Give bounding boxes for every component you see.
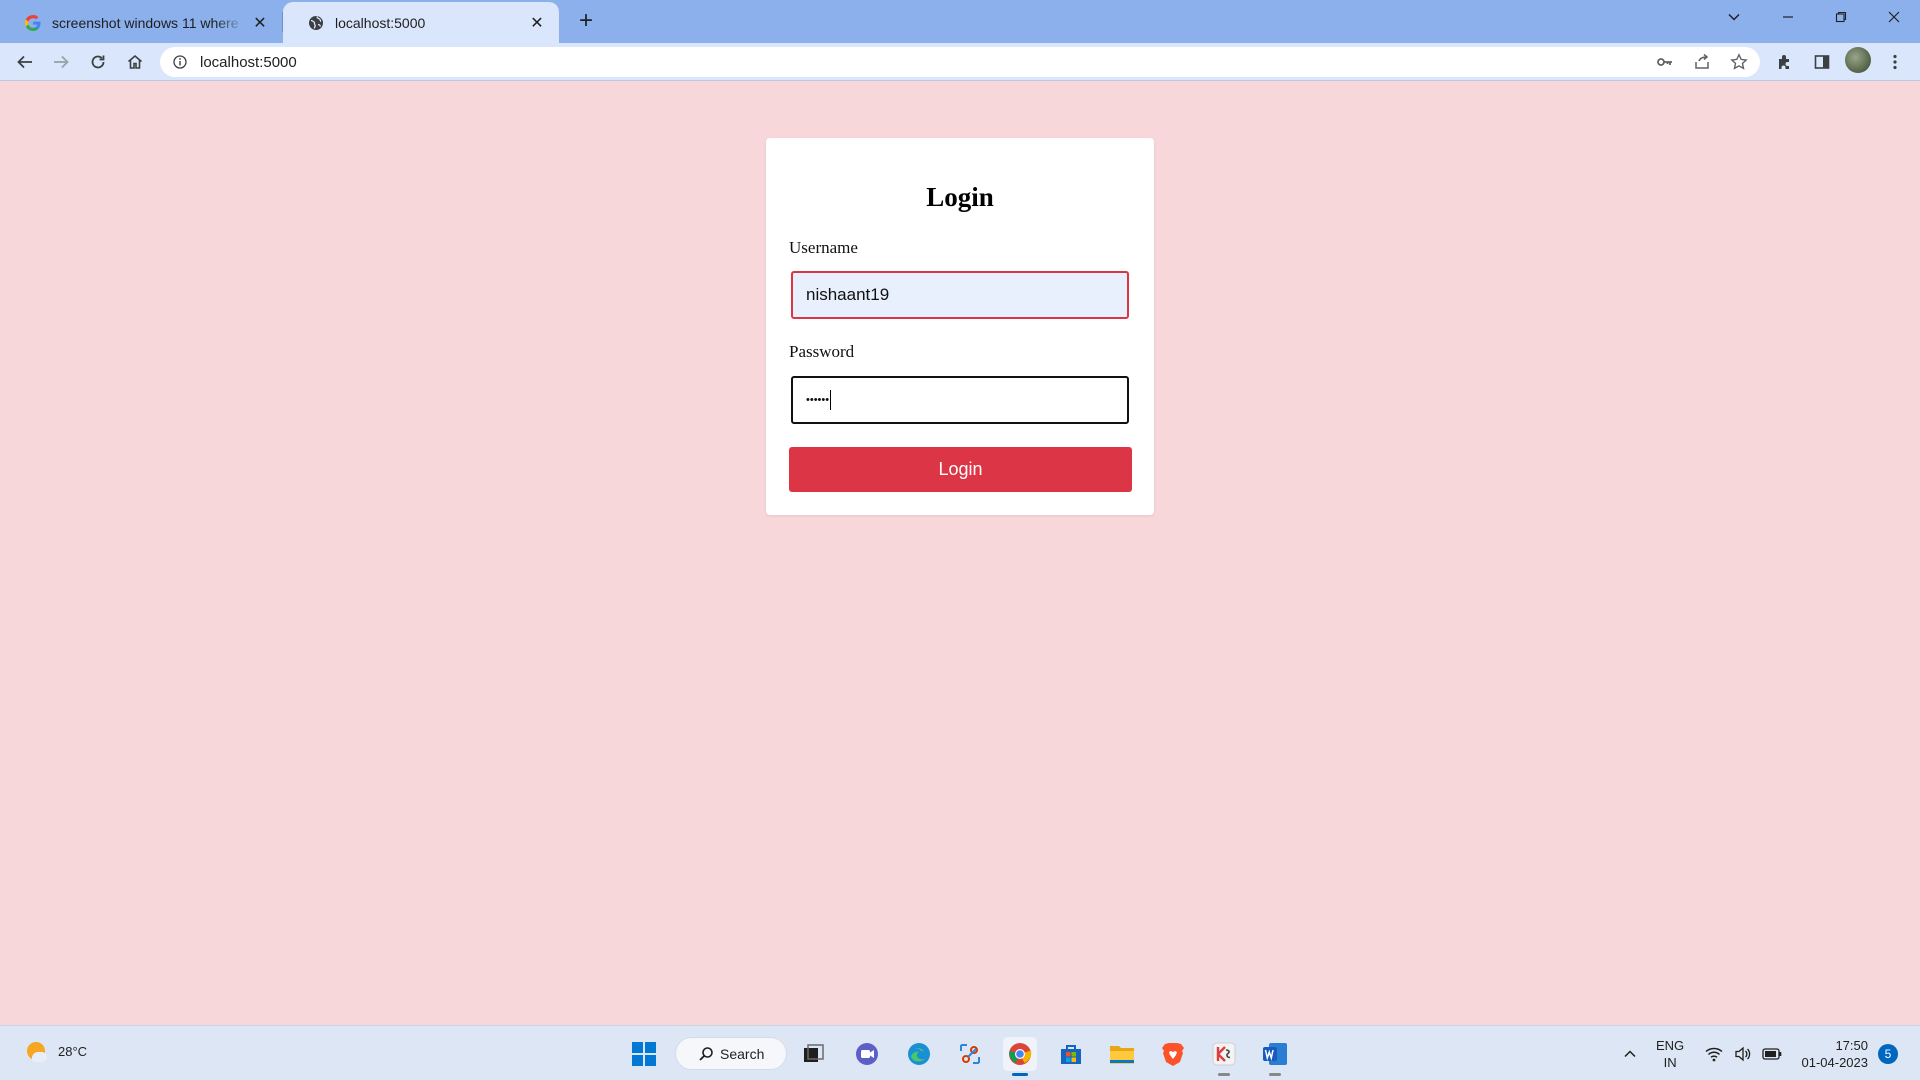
weather-sun-icon [27,1042,47,1062]
taskbar-search[interactable]: Search [675,1037,787,1070]
browser-toolbar: localhost:5000 [0,43,1920,81]
kinemaster-icon[interactable] [1207,1037,1241,1076]
password-input[interactable]: •••••• [791,376,1129,424]
active-app-indicator [1012,1073,1028,1076]
running-app-indicator [1269,1073,1281,1076]
profile-avatar[interactable] [1845,47,1871,73]
forward-icon[interactable] [46,47,76,77]
taskbar: 28°C Search ENG IN 17:50 01-04-2023 5 [0,1025,1920,1080]
clock-time: 17:50 [1835,1038,1868,1053]
edge-icon[interactable] [902,1037,936,1071]
extensions-icon[interactable] [1770,47,1800,77]
clock-date: 01-04-2023 [1801,1055,1869,1070]
username-input[interactable]: nishaant19 [791,271,1129,319]
login-button[interactable]: Login [789,447,1132,492]
chrome-menu-icon[interactable] [1880,47,1910,77]
side-panel-icon[interactable] [1807,47,1837,77]
password-label: Password [789,342,855,361]
tab-title: localhost:5000 [335,14,426,31]
tab-strip: screenshot windows 11 where do ✕ localho… [0,0,1920,43]
show-hidden-icons-chevron-up-icon[interactable] [1616,1037,1644,1071]
google-g-icon [24,14,42,32]
tab-title: screenshot windows 11 where do [52,14,244,31]
share-icon[interactable] [1687,47,1717,77]
login-card: Login Username nishaant19 Password •••••… [766,138,1154,515]
running-app-indicator [1218,1073,1230,1076]
word-icon[interactable] [1258,1037,1292,1076]
snipping-tool-icon[interactable] [953,1037,987,1071]
notification-badge[interactable]: 5 [1878,1044,1898,1064]
microsoft-store-icon[interactable] [1054,1037,1088,1071]
url-text: localhost:5000 [200,53,297,71]
teams-chat-icon[interactable] [850,1037,884,1071]
page-title: Login [926,182,994,212]
address-bar[interactable]: localhost:5000 [160,47,1760,77]
system-clock[interactable]: 17:50 01-04-2023 [1796,1037,1869,1071]
globe-icon [307,14,325,32]
windows-logo-icon [632,1042,656,1066]
username-label: Username [789,238,858,257]
input-language[interactable]: ENG IN [1656,1037,1684,1071]
search-icon [699,1046,713,1061]
wifi-icon[interactable] [1700,1037,1728,1071]
language-code: ENG [1656,1038,1685,1053]
back-icon[interactable] [10,47,40,77]
weather-temperature: 28°C [58,1043,88,1059]
text-caret [830,390,832,410]
restore-icon[interactable] [1815,0,1867,34]
region-code: IN [1663,1055,1677,1070]
close-tab-icon[interactable]: ✕ [250,13,270,33]
password-value: •••••• [806,394,830,406]
password-key-icon[interactable] [1650,47,1680,77]
file-explorer-icon[interactable] [1105,1037,1139,1071]
close-tab-icon[interactable]: ✕ [527,13,547,33]
weather-widget[interactable]: 28°C [24,1038,87,1064]
volume-icon[interactable] [1729,1037,1757,1071]
search-label: Search [720,1045,765,1062]
reload-icon[interactable] [83,47,113,77]
home-icon[interactable] [120,47,150,77]
minimize-icon[interactable] [1762,0,1814,34]
bookmark-star-icon[interactable] [1724,47,1754,77]
tab-search-icon[interactable] [1708,0,1760,34]
new-tab-button[interactable]: + [572,8,600,36]
battery-icon[interactable] [1758,1037,1786,1071]
close-window-icon[interactable] [1868,0,1920,34]
chrome-taskbar-icon[interactable] [1003,1037,1037,1076]
brave-icon[interactable] [1156,1037,1190,1071]
tab-localhost[interactable]: localhost:5000 ✕ [283,2,559,43]
start-button[interactable] [627,1037,661,1071]
username-value: nishaant19 [806,285,890,304]
site-info-icon[interactable] [172,54,188,70]
tab-google-search[interactable]: screenshot windows 11 where do ✕ [0,2,282,43]
task-view-icon[interactable] [797,1037,831,1071]
